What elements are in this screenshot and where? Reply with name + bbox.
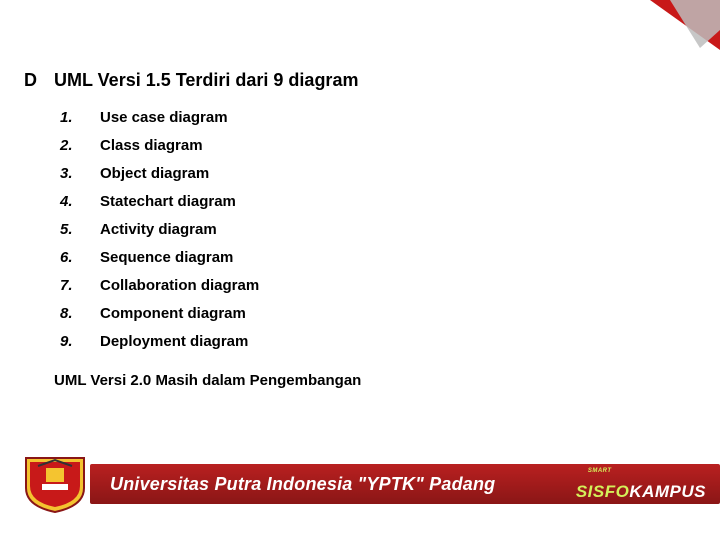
list-label: Deployment diagram [100,333,248,350]
heading-text: UML Versi 1.5 Terdiri dari 9 diagram [54,70,358,91]
heading-letter: D [24,70,54,91]
list-label: Class diagram [100,137,203,154]
list-item: 9. Deployment diagram [60,333,680,350]
list-num: 2. [60,137,100,154]
list-label: Sequence diagram [100,249,233,266]
shield-icon [16,454,94,514]
slide-content: D UML Versi 1.5 Terdiri dari 9 diagram 1… [24,70,680,389]
list-item: 1. Use case diagram [60,109,680,126]
list-num: 5. [60,221,100,238]
list-item: 2. Class diagram [60,137,680,154]
footer-university: Universitas Putra Indonesia "YPTK" Padan… [110,474,495,495]
heading: D UML Versi 1.5 Terdiri dari 9 diagram [24,70,680,91]
list-num: 7. [60,277,100,294]
sisfokampus-logo: SMART SISFOKAMPUS [576,474,706,510]
list-num: 1. [60,109,100,126]
list-label: Activity diagram [100,221,217,238]
list-item: 7. Collaboration diagram [60,277,680,294]
list-num: 9. [60,333,100,350]
list-num: 6. [60,249,100,266]
subheading: UML Versi 2.0 Masih dalam Pengembangan [54,372,680,389]
list-item: 8. Component diagram [60,305,680,322]
list-num: 8. [60,305,100,322]
list-item: 5. Activity diagram [60,221,680,238]
university-logo [12,450,98,518]
list-label: Object diagram [100,165,209,182]
corner-decor [620,0,720,60]
sisfokampus-smart: SMART [588,468,612,474]
list-label: Use case diagram [100,109,228,126]
footer-bar: Universitas Putra Indonesia "YPTK" Padan… [90,464,720,504]
footer: Universitas Putra Indonesia "YPTK" Padan… [0,456,720,512]
sisfokampus-part2: KAMPUS [629,482,706,502]
diagram-list: 1. Use case diagram 2. Class diagram 3. … [60,109,680,350]
list-item: 4. Statechart diagram [60,193,680,210]
list-label: Statechart diagram [100,193,236,210]
list-item: 6. Sequence diagram [60,249,680,266]
list-item: 3. Object diagram [60,165,680,182]
list-label: Collaboration diagram [100,277,259,294]
list-num: 3. [60,165,100,182]
list-num: 4. [60,193,100,210]
sisfokampus-part1: SISFO [576,482,630,502]
list-label: Component diagram [100,305,246,322]
